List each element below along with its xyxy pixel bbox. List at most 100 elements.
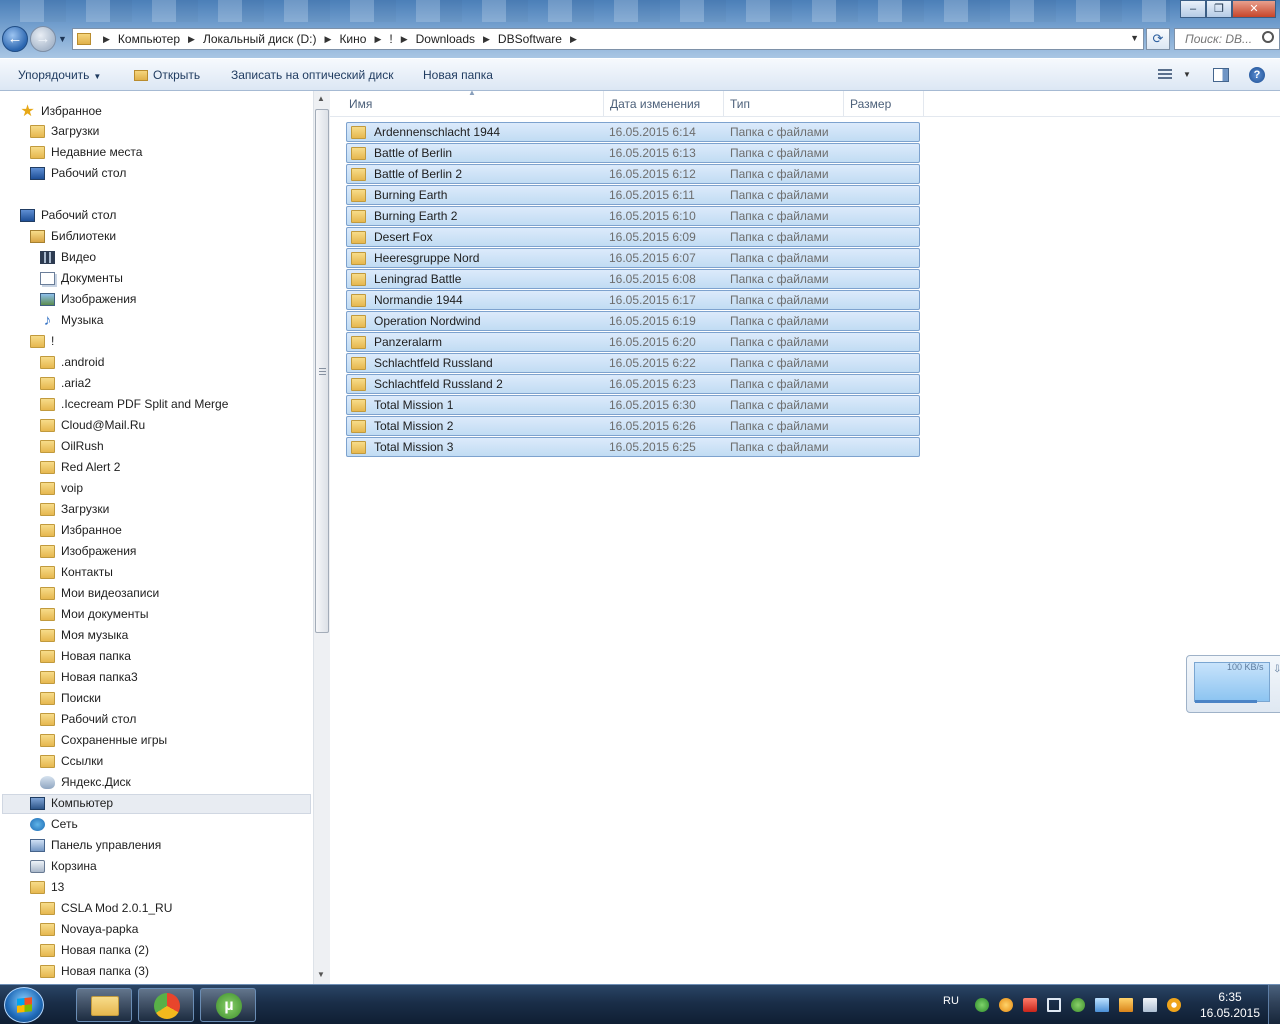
clock-date[interactable]: 16.05.2015 — [1194, 1006, 1266, 1020]
file-row[interactable]: Normandie 1944 16.05.2015 6:17 Папка с фай… — [346, 290, 920, 310]
breadcrumb-separator[interactable]: ▶ — [103, 34, 110, 45]
preview-pane-icon[interactable] — [1213, 68, 1229, 82]
refresh-button[interactable]: ⟳ — [1146, 28, 1170, 50]
nav-item[interactable]: ★ Избранное — [20, 101, 102, 121]
nav-item[interactable]: Новая папка (2) — [40, 940, 149, 960]
open-button[interactable]: Открыть — [134, 68, 200, 82]
file-row[interactable]: Ardennenschlacht 1944 16.05.2015 6:14 Папк… — [346, 122, 920, 142]
column-header-type[interactable]: Тип — [724, 91, 844, 117]
download-speed-widget[interactable]: 100 KB/s ⇩ — [1186, 655, 1280, 713]
nav-item[interactable]: OilRush — [40, 436, 104, 456]
breadcrumb-separator[interactable]: ▶ — [570, 34, 577, 45]
file-row[interactable]: Burning Earth 2 16.05.2015 6:10 Папка с фа… — [346, 206, 920, 226]
nav-item[interactable]: Мои документы — [40, 604, 148, 624]
nav-item[interactable]: Недавние места — [30, 142, 142, 162]
scroll-up-icon[interactable]: ▲ — [317, 94, 325, 103]
column-header-date[interactable]: Дата изменения — [604, 91, 724, 117]
clock-time[interactable]: 6:35 — [1200, 990, 1260, 1004]
nav-item[interactable]: Избранное — [40, 520, 122, 540]
file-row[interactable]: Operation Nordwind 16.05.2015 6:19 Папка с… — [346, 311, 920, 331]
nav-item[interactable]: Рабочий стол — [20, 205, 116, 225]
breadcrumb-separator[interactable]: ▶ — [401, 34, 408, 45]
nav-item[interactable]: Панель управления — [30, 835, 161, 855]
maximize-button[interactable]: ❐ — [1206, 0, 1232, 18]
nav-item[interactable]: .Icecream PDF Split and Merge — [40, 394, 228, 414]
nav-item[interactable]: Сохраненные игры — [40, 730, 167, 750]
file-row[interactable]: Desert Fox 16.05.2015 6:09 Папка с файлами — [346, 227, 920, 247]
language-indicator[interactable]: RU — [943, 995, 959, 1007]
show-desktop-button[interactable] — [1268, 985, 1280, 1024]
nav-item[interactable]: Библиотеки — [30, 226, 116, 246]
nav-item[interactable]: Сеть — [30, 814, 78, 834]
breadcrumb-item[interactable]: Локальный диск (D:) — [203, 32, 317, 46]
nav-item[interactable]: Cloud@Mail.Ru — [40, 415, 145, 435]
breadcrumb-separator[interactable]: ▶ — [188, 34, 195, 45]
close-button[interactable]: ✕ — [1232, 0, 1276, 18]
nav-item[interactable]: Видео — [40, 247, 96, 267]
organize-button[interactable]: Упорядочить ▼ — [18, 68, 101, 82]
file-row[interactable]: Total Mission 1 16.05.2015 6:30 Папка с фа… — [346, 395, 920, 415]
breadcrumb-item[interactable]: ! — [389, 32, 392, 46]
breadcrumb-separator[interactable]: ▶ — [374, 34, 381, 45]
nav-item[interactable]: Рабочий стол — [30, 163, 126, 183]
burn-to-disc-button[interactable]: Записать на оптический диск — [231, 68, 394, 82]
scroll-thumb[interactable] — [315, 109, 329, 633]
file-row[interactable]: Burning Earth 16.05.2015 6:11 Папка с файл… — [346, 185, 920, 205]
tray-device-icon[interactable] — [1047, 998, 1061, 1012]
tray-volume-icon[interactable] — [1143, 998, 1157, 1012]
breadcrumb-item[interactable]: Компьютер — [118, 32, 180, 46]
nav-item[interactable]: Компьютер — [30, 793, 113, 813]
nav-item[interactable]: Мои видеозаписи — [40, 583, 159, 603]
recent-pages-dropdown[interactable]: ▼ — [58, 34, 67, 44]
file-row[interactable]: Battle of Berlin 16.05.2015 6:13 Папка с ф… — [346, 143, 920, 163]
nav-item[interactable]: CSLA Mod 2.0.1_RU — [40, 898, 172, 918]
nav-item[interactable]: ! — [30, 331, 54, 351]
file-row[interactable]: Total Mission 3 16.05.2015 6:25 Папка с фа… — [346, 437, 920, 457]
new-folder-button[interactable]: Новая папка — [423, 68, 493, 82]
help-icon[interactable]: ? — [1249, 67, 1265, 83]
minimize-button[interactable]: ‒ — [1180, 0, 1206, 18]
breadcrumb-separator[interactable]: ▶ — [483, 34, 490, 45]
nav-item[interactable]: Ссылки — [40, 751, 103, 771]
file-row[interactable]: Leningrad Battle 16.05.2015 6:08 Папка с ф… — [346, 269, 920, 289]
file-row[interactable]: Battle of Berlin 2 16.05.2015 6:12 Папка с… — [346, 164, 920, 184]
tray-bluetooth-icon[interactable] — [1095, 998, 1109, 1012]
file-row[interactable]: Total Mission 2 16.05.2015 6:26 Папка с фа… — [346, 416, 920, 436]
nav-item[interactable]: Яндекс.Диск — [40, 772, 131, 792]
breadcrumb-item[interactable]: Кино — [339, 32, 366, 46]
nav-item[interactable]: Загрузки — [30, 121, 99, 141]
start-button[interactable] — [4, 987, 44, 1023]
nav-item[interactable]: 13 — [30, 877, 64, 897]
tray-sync-icon[interactable] — [975, 998, 989, 1012]
tray-network-icon[interactable] — [1119, 998, 1133, 1012]
nav-item[interactable]: Изображения — [40, 541, 136, 561]
file-row[interactable]: Schlachtfeld Russland 2 16.05.2015 6:23 Па… — [346, 374, 920, 394]
nav-item[interactable]: Рабочий стол — [40, 709, 136, 729]
nav-item[interactable]: Загрузки — [40, 499, 109, 519]
tray-security-icon[interactable] — [1023, 998, 1037, 1012]
nav-item[interactable]: Изображения — [40, 289, 136, 309]
taskbar-app-button[interactable] — [138, 988, 194, 1022]
address-bar[interactable]: ▶ Компьютер ▶ Локальный диск (D:) ▶ Кино… — [72, 28, 1144, 50]
tray-utorrent-icon[interactable] — [1071, 998, 1085, 1012]
change-view-icon[interactable] — [1158, 69, 1172, 81]
nav-item[interactable]: .aria2 — [40, 373, 91, 393]
search-icon[interactable] — [1262, 31, 1274, 43]
file-row[interactable]: Schlachtfeld Russland 16.05.2015 6:22 Папк… — [346, 353, 920, 373]
navigation-scrollbar[interactable]: ▲ ▼ — [313, 91, 330, 984]
nav-item[interactable]: Novaya-papka — [40, 919, 138, 939]
view-options-dropdown[interactable]: ▼ — [1183, 70, 1191, 79]
nav-item[interactable]: Поиски — [40, 688, 101, 708]
nav-item[interactable]: Новая папка — [40, 646, 131, 666]
nav-item[interactable]: Новая папка (3) — [40, 961, 149, 981]
back-button[interactable]: ← — [2, 26, 28, 52]
breadcrumb-separator[interactable]: ▶ — [325, 34, 332, 45]
nav-item[interactable]: voip — [40, 478, 83, 498]
breadcrumb-item[interactable]: DBSoftware — [498, 32, 562, 46]
address-dropdown-button[interactable]: ▼ — [1130, 33, 1139, 43]
forward-button[interactable]: → — [30, 26, 56, 52]
tray-app-icon[interactable] — [1167, 998, 1181, 1012]
taskbar-explorer-button[interactable] — [76, 988, 132, 1022]
column-header-size[interactable]: Размер — [844, 91, 924, 117]
taskbar-utorrent-button[interactable]: µ — [200, 988, 256, 1022]
